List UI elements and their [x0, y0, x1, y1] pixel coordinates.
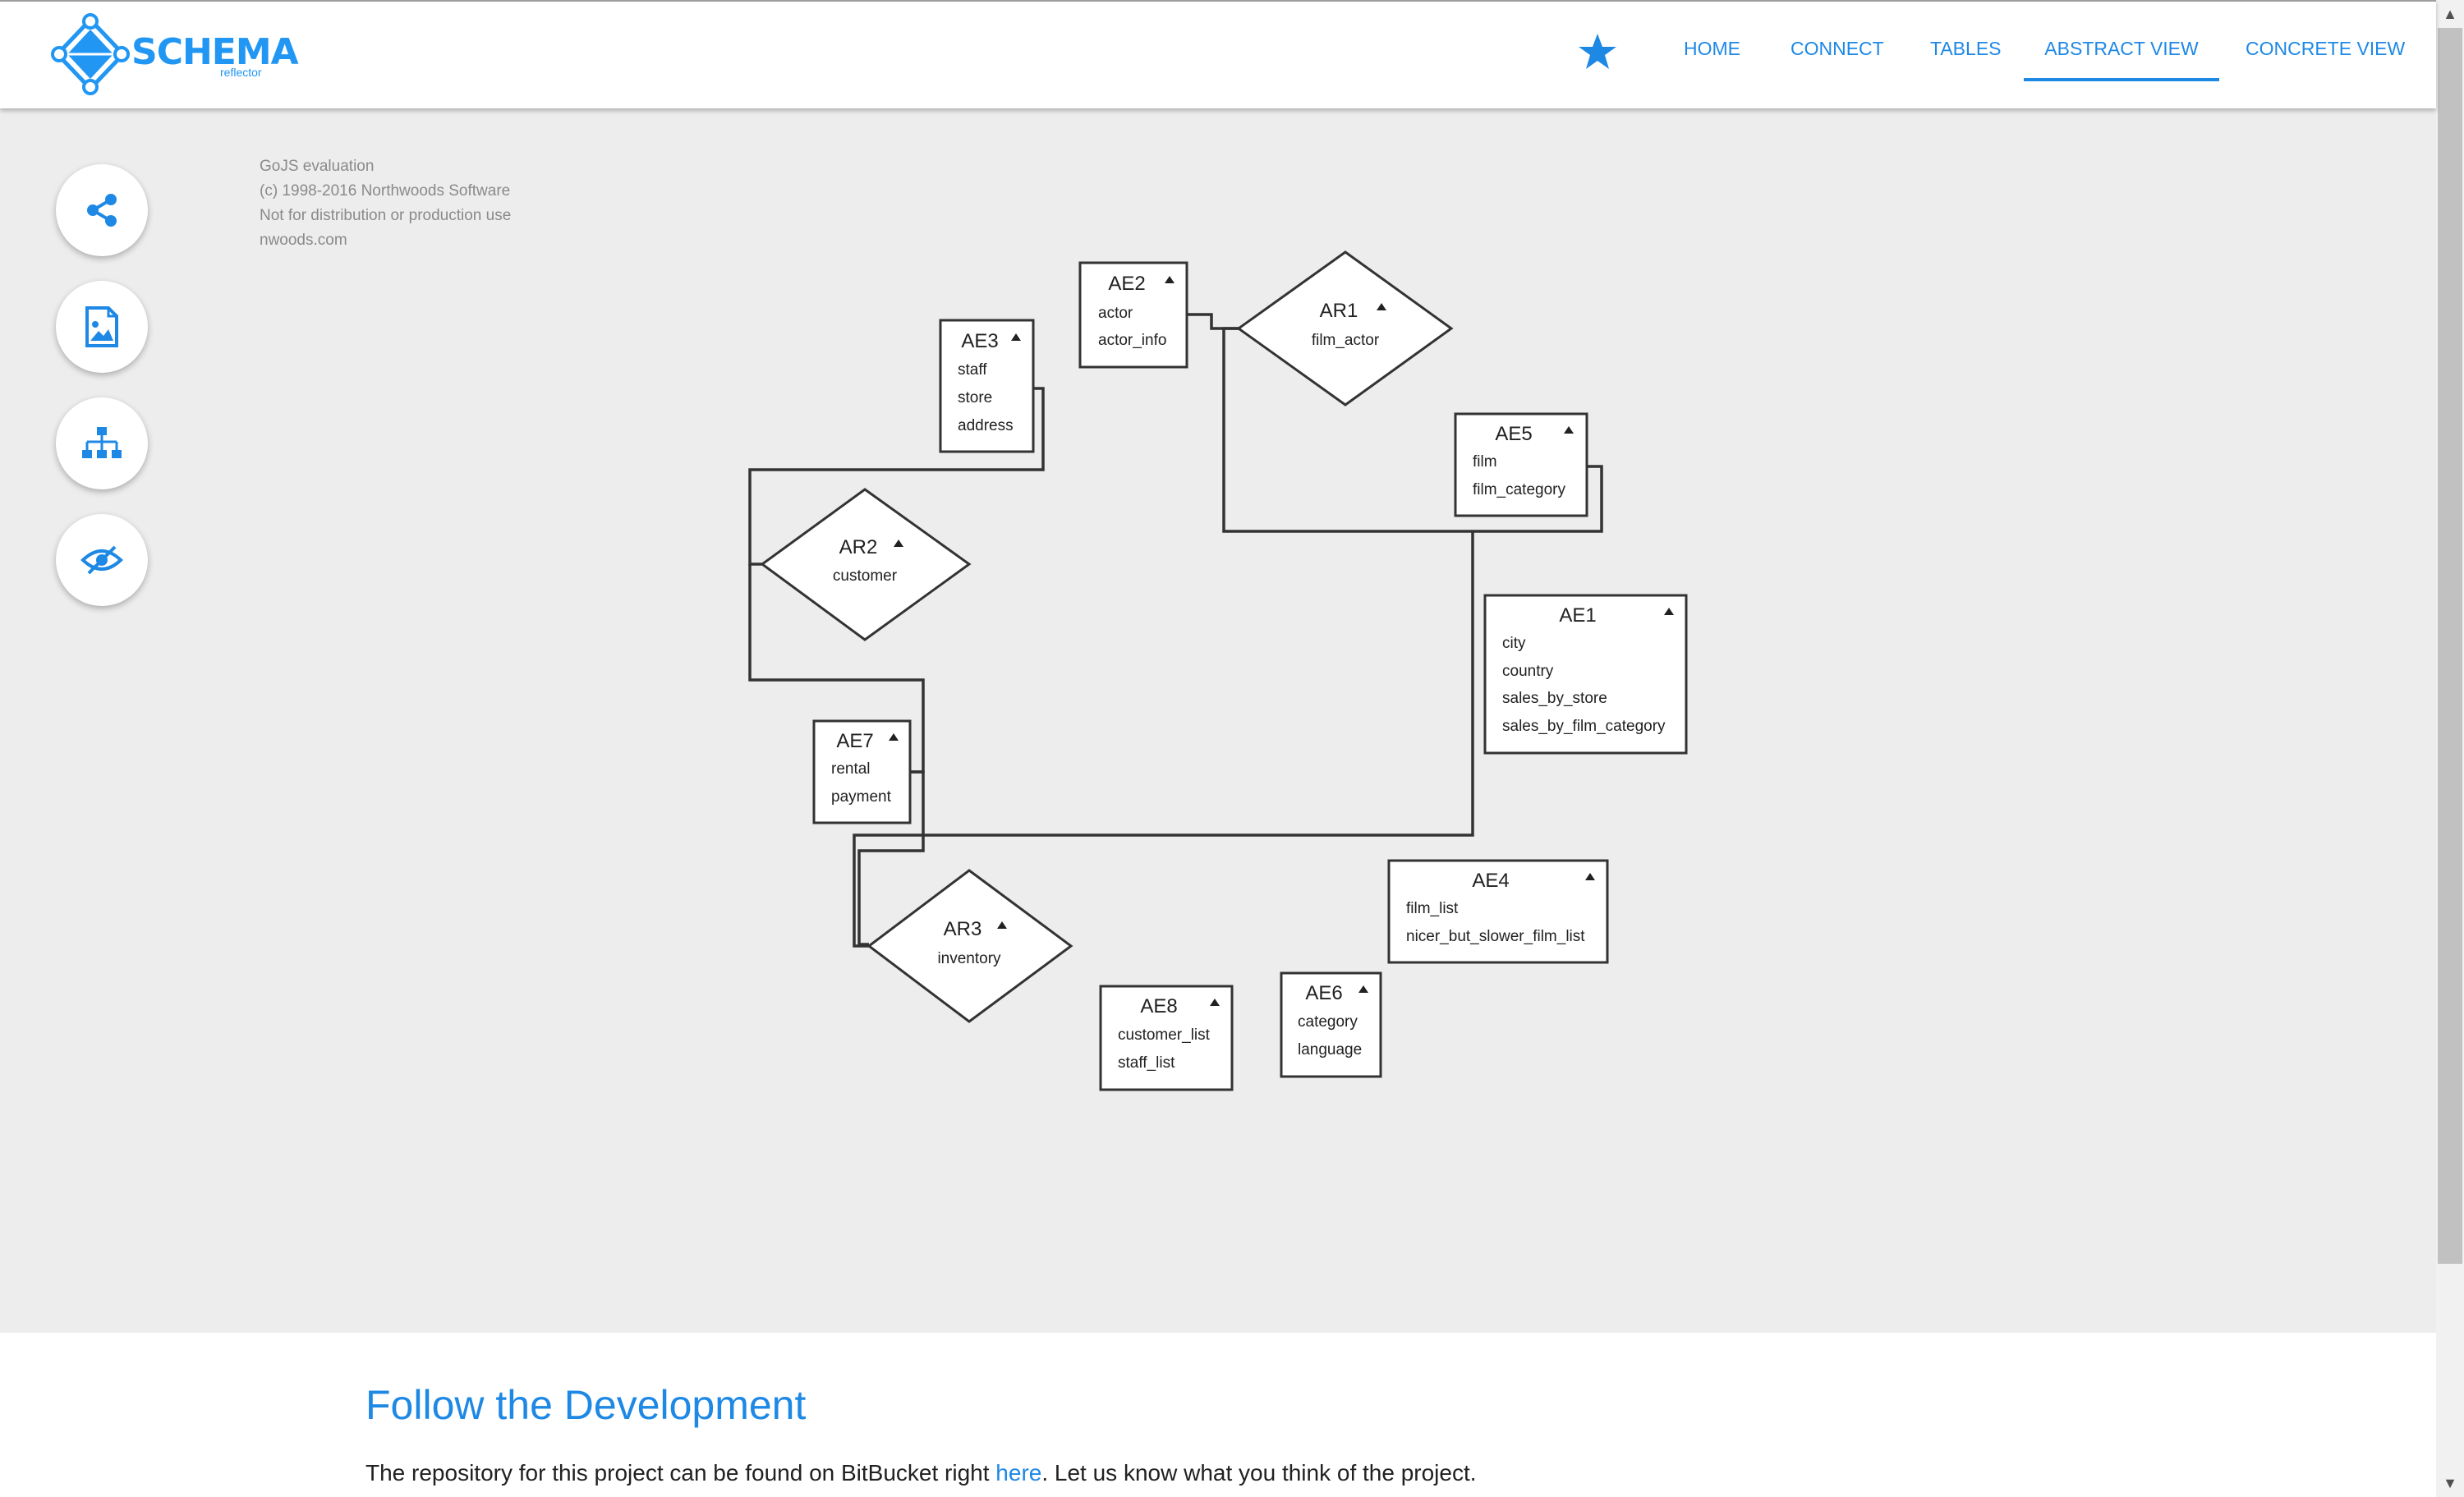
logo-icon [51, 13, 130, 95]
entity-item: address [958, 417, 1014, 434]
entity-title: AE3 [961, 330, 998, 352]
nav-concrete-view[interactable]: CONCRETE VIEW [2246, 38, 2405, 60]
relationship-label: inventory [937, 950, 1001, 967]
schema-logo[interactable]: SCHEMA reflector [49, 13, 299, 95]
relationship-title: AR1 [1320, 300, 1358, 322]
entity-title: AE5 [1495, 423, 1532, 445]
nav-home[interactable]: HOME [1684, 38, 1740, 60]
scrollbar-thumb[interactable] [2438, 28, 2462, 1264]
follow-development-heading: Follow the Development [365, 1382, 807, 1428]
entity-ae6[interactable]: AE6 category language [1280, 971, 1382, 1078]
relationship-ar3[interactable]: AR3 inventory [867, 869, 1073, 1023]
entity-ae2[interactable]: AE2 actor actor_info [1078, 261, 1188, 369]
entity-title: AE8 [1140, 995, 1177, 1017]
star-icon [1579, 34, 1616, 69]
entity-title: AE2 [1108, 273, 1145, 295]
entity-title: AE7 [836, 730, 873, 752]
entity-ae1[interactable]: AE1 city country sales_by_store sales_by… [1483, 594, 1688, 755]
relationship-ar1[interactable]: AR1 film_actor [1236, 250, 1454, 406]
entity-ae3[interactable]: AE3 staff store address [939, 319, 1035, 453]
link-ae5-ar3 [853, 531, 1474, 948]
entity-item: sales_by_store [1502, 690, 1607, 707]
entity-item: film [1473, 453, 1497, 471]
repo-text-after: . Let us know what you think of the proj… [1041, 1460, 1477, 1486]
entity-item: staff_list [1118, 1054, 1175, 1072]
relationship-label: film_actor [1312, 332, 1380, 349]
repo-link[interactable]: here [995, 1460, 1041, 1486]
entity-item: customer_list [1118, 1026, 1211, 1044]
active-tab-indicator [2024, 78, 2219, 81]
repo-text-before: The repository for this project can be f… [365, 1460, 996, 1486]
entity-item: country [1502, 663, 1554, 680]
entity-item: film_category [1473, 481, 1565, 498]
entity-ae8[interactable]: AE8 customer_list staff_list [1099, 985, 1234, 1091]
brand-name: SCHEMA [131, 31, 299, 73]
entity-ae4[interactable]: AE4 film_list nicer_but_slower_film_list [1387, 859, 1609, 964]
entity-item: payment [831, 788, 892, 806]
relationship-label: customer [833, 567, 898, 585]
entity-item: store [958, 389, 992, 406]
entity-item: rental [831, 760, 871, 778]
entity-item: nicer_but_slower_film_list [1406, 928, 1585, 945]
entity-item: language [1298, 1041, 1362, 1058]
er-diagram-canvas[interactable]: AE2 actor actor_info AE3 staff store add… [0, 0, 2436, 1333]
entity-item: actor_info [1098, 332, 1166, 349]
relationship-title: AR3 [944, 918, 982, 940]
brand-subtitle: reflector [220, 66, 262, 79]
favorite-star-button[interactable] [1577, 31, 1618, 72]
entity-item: film_list [1406, 900, 1459, 917]
entity-item: actor [1098, 305, 1133, 322]
entity-ae7[interactable]: AE7 rental payment [812, 719, 912, 824]
top-header: SCHEMA reflector HOME CONNECT TABLES ABS… [0, 0, 2436, 108]
nav-abstract-view[interactable]: ABSTRACT VIEW [2024, 38, 2219, 60]
relationship-title: AR2 [839, 536, 878, 558]
entity-item: city [1502, 635, 1526, 652]
link-ae2-ar1 [1187, 313, 1239, 330]
relationship-ar2[interactable]: AR2 customer [760, 488, 972, 641]
scroll-up-arrow-icon[interactable]: ▲ [2436, 0, 2464, 28]
entity-title: AE6 [1305, 982, 1342, 1004]
entity-item: sales_by_film_category [1502, 718, 1666, 735]
entity-item: staff [958, 361, 987, 379]
entity-ae5[interactable]: AE5 film film_category [1454, 412, 1588, 517]
nav-tables[interactable]: TABLES [1930, 38, 2002, 60]
scroll-down-arrow-icon[interactable]: ▼ [2436, 1469, 2464, 1497]
entity-title: AE4 [1472, 870, 1509, 892]
follow-development-text: The repository for this project can be f… [365, 1460, 1477, 1486]
entity-item: category [1298, 1013, 1358, 1031]
entity-title: AE1 [1559, 604, 1596, 627]
nav-connect[interactable]: CONNECT [1791, 38, 1884, 60]
